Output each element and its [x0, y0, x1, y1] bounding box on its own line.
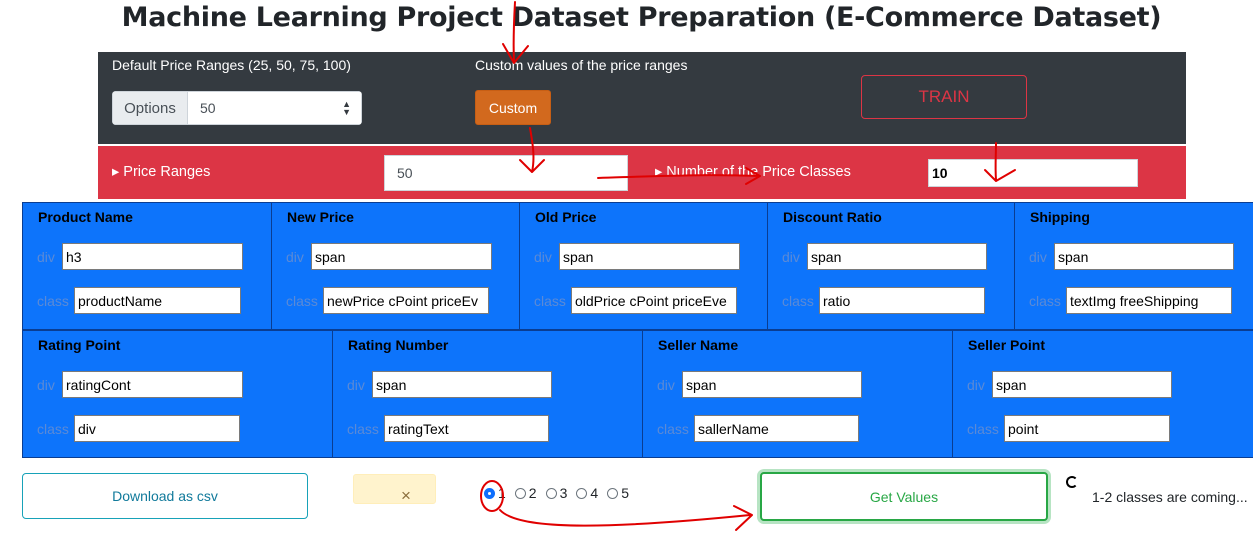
custom-button[interactable]: Custom: [475, 90, 551, 125]
field-title: Shipping: [1030, 209, 1090, 225]
price-ranges-input[interactable]: 50: [384, 155, 628, 191]
class-label: class: [286, 293, 318, 309]
annotation-arrow-to-get-values: [499, 505, 753, 531]
class-input[interactable]: sallerName: [694, 415, 859, 442]
class-input[interactable]: div: [74, 415, 240, 442]
div-input[interactable]: span: [992, 371, 1172, 398]
class-label: class: [37, 293, 69, 309]
price-settings-panel: Default Price Ranges (25, 50, 75, 100) O…: [98, 52, 1186, 144]
div-label: div: [967, 377, 985, 393]
select-arrows-icon: ▲ ▼: [342, 99, 351, 117]
radio-option-5[interactable]: 5: [607, 485, 629, 501]
radio-icon[interactable]: [545, 487, 557, 499]
class-input[interactable]: ratingText: [384, 415, 549, 442]
div-label: div: [37, 377, 55, 393]
selected-range-value: 50: [200, 100, 216, 116]
radio-icon[interactable]: [607, 487, 619, 499]
radio-icon[interactable]: [576, 487, 588, 499]
selector-fields-row-1: Product Name div h3 class productName Ne…: [22, 202, 1253, 330]
options-label: Options: [112, 91, 188, 125]
selector-fields-row-2: Rating Point div ratingCont class div Ra…: [22, 330, 1253, 458]
default-ranges-label: Default Price Ranges (25, 50, 75, 100): [112, 57, 351, 73]
radio-option-2[interactable]: 2: [514, 485, 537, 501]
radio-icon[interactable]: [514, 487, 526, 499]
field-new-price: New Price div span class newPrice cPoint…: [271, 202, 519, 330]
div-input[interactable]: span: [372, 371, 552, 398]
radio-option-4[interactable]: 4: [576, 485, 598, 501]
get-values-button[interactable]: Get Values: [760, 472, 1048, 521]
class-label: class: [657, 421, 689, 437]
download-csv-button[interactable]: Download as csv: [22, 473, 308, 519]
field-title: Old Price: [535, 209, 597, 225]
class-label: class: [37, 421, 69, 437]
class-input[interactable]: textImg freeShipping: [1066, 287, 1232, 314]
field-rating-point: Rating Point div ratingCont class div: [22, 330, 332, 458]
field-discount-ratio: Discount Ratio div span class ratio: [767, 202, 1014, 330]
custom-values-label: Custom values of the price ranges: [475, 57, 688, 73]
class-input[interactable]: newPrice cPoint priceEv: [323, 287, 489, 314]
div-label: div: [657, 377, 675, 393]
field-product-name: Product Name div h3 class productName: [22, 202, 271, 330]
field-seller-name: Seller Name div span class sallerName: [642, 330, 952, 458]
field-title: Rating Point: [38, 337, 121, 353]
div-label: div: [347, 377, 365, 393]
class-input[interactable]: point: [1004, 415, 1170, 442]
close-icon[interactable]: ×: [401, 487, 411, 504]
class-input[interactable]: oldPrice cPoint priceEve: [571, 287, 737, 314]
num-classes-toggle[interactable]: ▸ Number of the Price Classes: [655, 164, 851, 180]
class-label: class: [1029, 293, 1061, 309]
radio-option-1[interactable]: 1: [484, 485, 506, 501]
field-rating-number: Rating Number div span class ratingText: [332, 330, 642, 458]
div-input[interactable]: ratingCont: [62, 371, 243, 398]
class-label: class: [967, 421, 999, 437]
div-input[interactable]: span: [807, 243, 987, 270]
price-classes-panel: ▸ Price Ranges 50 ▸ Number of the Price …: [98, 146, 1186, 199]
div-input[interactable]: h3: [62, 243, 243, 270]
div-input[interactable]: span: [559, 243, 740, 270]
field-title: Discount Ratio: [783, 209, 882, 225]
field-title: Product Name: [38, 209, 133, 225]
div-label: div: [534, 249, 552, 265]
price-range-select[interactable]: 50 ▲ ▼: [188, 91, 362, 125]
radio-selected-icon[interactable]: [484, 487, 495, 499]
field-seller-point: Seller Point div span class point: [952, 330, 1253, 458]
field-old-price: Old Price div span class oldPrice cPoint…: [519, 202, 767, 330]
page-title: Machine Learning Project Dataset Prepara…: [121, 2, 1162, 33]
class-count-radio-group: 1 2 3 4 5: [484, 485, 629, 501]
field-title: Seller Name: [658, 337, 739, 353]
field-title: New Price: [287, 209, 354, 225]
status-text: 1-2 classes are coming...: [1092, 489, 1248, 505]
class-input[interactable]: ratio: [819, 287, 985, 314]
class-label: class: [347, 421, 379, 437]
field-title: Rating Number: [348, 337, 449, 353]
div-input[interactable]: span: [311, 243, 492, 270]
class-label: class: [782, 293, 814, 309]
warning-alert: ×: [353, 474, 436, 504]
class-label: class: [534, 293, 566, 309]
div-input[interactable]: span: [682, 371, 862, 398]
radio-option-3[interactable]: 3: [545, 485, 567, 501]
field-shipping: Shipping div span class textImg freeShip…: [1014, 202, 1253, 330]
loading-spinner-icon: [1066, 476, 1078, 488]
num-classes-input[interactable]: 10: [928, 159, 1138, 187]
div-label: div: [1029, 249, 1047, 265]
train-button[interactable]: TRAIN: [861, 75, 1027, 119]
div-label: div: [37, 249, 55, 265]
price-range-select-group[interactable]: Options 50 ▲ ▼: [112, 91, 362, 125]
div-input[interactable]: span: [1054, 243, 1234, 270]
div-label: div: [286, 249, 304, 265]
class-input[interactable]: productName: [74, 287, 241, 314]
price-ranges-toggle[interactable]: ▸ Price Ranges: [112, 164, 210, 180]
field-title: Seller Point: [968, 337, 1046, 353]
div-label: div: [782, 249, 800, 265]
